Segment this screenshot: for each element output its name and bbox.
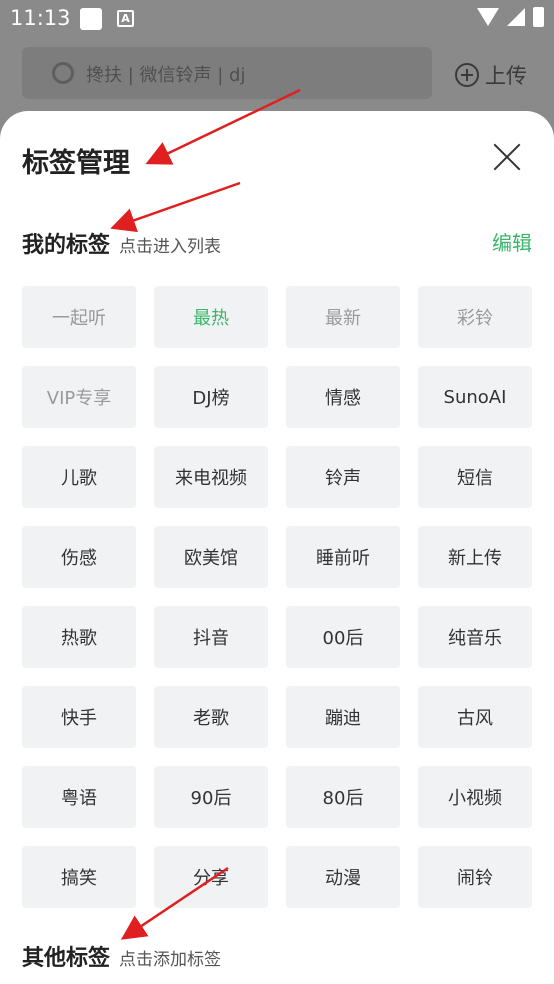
other-tags-hint: 点击添加标签 (119, 950, 222, 970)
tag-item[interactable]: 短信 (418, 446, 532, 508)
tag-item[interactable]: 情感 (286, 366, 400, 428)
tag-management-sheet: 标签管理 我的标签 点击进入列表 编辑 一起听 最热 最新 彩铃 VIP专享 DJ榜 情感 S… (0, 111, 554, 984)
other-tags-heading: 其他标签 (22, 946, 111, 971)
tag-item[interactable]: 铃声 (286, 446, 400, 508)
tag-item[interactable]: VIP专享 (22, 366, 136, 428)
tag-item[interactable]: DJ榜 (154, 366, 268, 428)
notification-icon (80, 8, 102, 30)
tag-item[interactable]: 儿歌 (22, 446, 136, 508)
status-bar: 11:13 A (0, 0, 554, 38)
upload-button[interactable]: 上传 (455, 60, 527, 90)
tag-item[interactable]: 抖音 (154, 606, 268, 668)
status-indicators (477, 7, 544, 27)
edit-button[interactable]: 编辑 (492, 227, 532, 256)
status-time: 11:13 (10, 6, 71, 30)
signal-icon (507, 8, 525, 26)
tag-item[interactable]: 老歌 (154, 686, 268, 748)
tag-item[interactable]: 纯音乐 (418, 606, 532, 668)
upload-label: 上传 (485, 64, 527, 88)
font-a-icon: A (117, 10, 134, 27)
tag-item[interactable]: 蹦迪 (286, 686, 400, 748)
tag-item[interactable]: 古风 (418, 686, 532, 748)
tag-item[interactable]: 分享 (154, 846, 268, 908)
my-tags-grid: 一起听 最热 最新 彩铃 VIP专享 DJ榜 情感 SunoAI 儿歌 来电视频 铃声 短信伤感 欧美馆… (22, 286, 534, 908)
tag-item[interactable]: 80后 (286, 766, 400, 828)
close-icon[interactable] (488, 137, 526, 175)
tag-item[interactable]: 最热 (154, 286, 268, 348)
tag-item[interactable]: 彩铃 (418, 286, 532, 348)
my-tags-heading: 我的标签 (22, 233, 111, 258)
tag-item[interactable]: 闹铃 (418, 846, 532, 908)
tag-item[interactable]: 00后 (286, 606, 400, 668)
tag-item[interactable]: 新上传 (418, 526, 532, 588)
tag-item[interactable]: 睡前听 (286, 526, 400, 588)
tag-item[interactable]: 来电视频 (154, 446, 268, 508)
tag-item[interactable]: 一起听 (22, 286, 136, 348)
my-tags-header: 我的标签 点击进入列表 (22, 227, 221, 259)
tag-item[interactable]: 搞笑 (22, 846, 136, 908)
my-tags-hint: 点击进入列表 (119, 237, 222, 257)
battery-icon (533, 7, 544, 27)
tag-item[interactable]: 粤语 (22, 766, 136, 828)
tag-item[interactable]: SunoAI (418, 366, 532, 428)
other-tags-header: 其他标签 点击添加标签 (22, 940, 221, 972)
tag-item[interactable]: 伤感 (22, 526, 136, 588)
wifi-icon (477, 8, 499, 26)
sheet-title: 标签管理 (22, 148, 130, 179)
tag-item[interactable]: 热歌 (22, 606, 136, 668)
tag-item[interactable]: 快手 (22, 686, 136, 748)
search-bar[interactable]: 搀扶 | 微信铃声 | dj (22, 47, 432, 99)
tag-item[interactable]: 小视频 (418, 766, 532, 828)
plus-circle-icon (455, 63, 479, 87)
search-icon (52, 62, 74, 84)
tag-item[interactable]: 最新 (286, 286, 400, 348)
search-placeholder: 搀扶 | 微信铃声 | dj (86, 65, 246, 86)
tag-item[interactable]: 欧美馆 (154, 526, 268, 588)
tag-item[interactable]: 动漫 (286, 846, 400, 908)
tag-item[interactable]: 90后 (154, 766, 268, 828)
